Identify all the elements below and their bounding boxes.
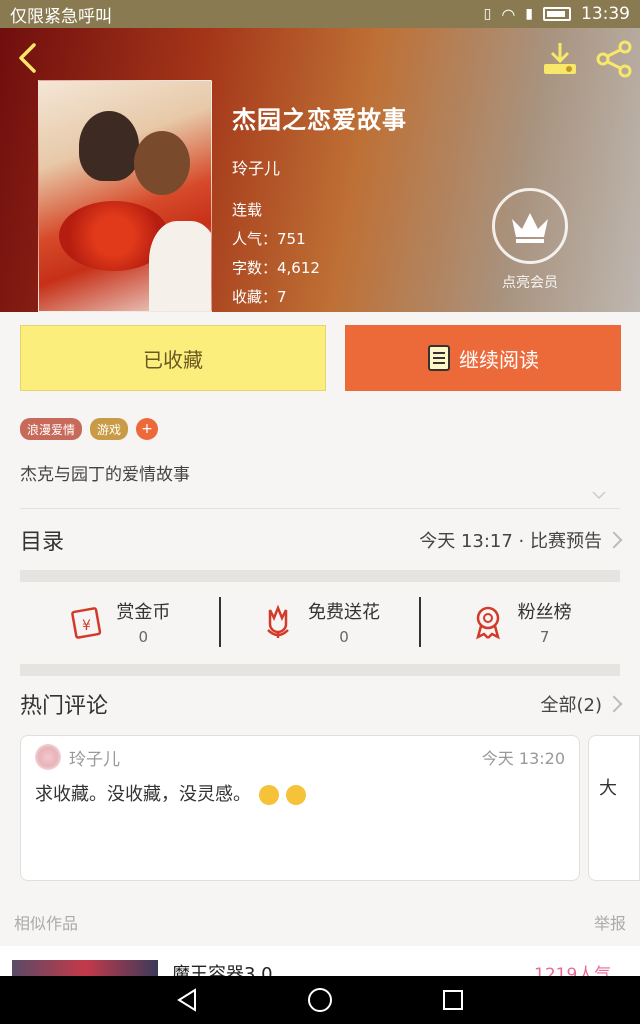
share-icon bbox=[596, 40, 632, 78]
hot-comments-title: 热门评论 bbox=[20, 694, 109, 719]
send-flowers[interactable]: 免费送花 0 bbox=[221, 598, 420, 646]
stat-label: 免费送花 bbox=[308, 602, 380, 623]
carrier-text: 仅限紧急呼叫 bbox=[10, 6, 112, 27]
nav-back-button[interactable] bbox=[167, 980, 207, 1020]
similar-works-header: 相似作品 举报 bbox=[14, 910, 626, 934]
report-link[interactable]: 举报 bbox=[594, 910, 626, 934]
flower-icon bbox=[267, 604, 289, 638]
share-button[interactable] bbox=[594, 40, 634, 78]
reward-coins[interactable]: ¥ 赏金币 0 bbox=[20, 598, 219, 646]
chevron-down-icon[interactable] bbox=[592, 488, 606, 502]
stat-value: 0 bbox=[339, 628, 349, 646]
all-comments-label: 全部(2) bbox=[540, 695, 603, 716]
download-icon bbox=[544, 43, 576, 74]
book-popularity: 人气：751 bbox=[232, 230, 306, 248]
latest-chapter[interactable]: 今天 13:17 · 比赛预告 bbox=[419, 527, 623, 553]
stat-label: 粉丝榜 bbox=[517, 602, 572, 623]
square-recents-icon bbox=[443, 990, 464, 1010]
book-author[interactable]: 玲子儿 bbox=[232, 155, 407, 179]
red-envelope-icon: ¥ bbox=[71, 607, 102, 639]
comment-username[interactable]: 玲子儿 bbox=[69, 745, 120, 770]
action-bar: 已收藏 继续阅读 bbox=[0, 312, 640, 402]
grin-emoji-icon bbox=[286, 785, 307, 805]
chevron-right-icon bbox=[605, 531, 623, 549]
comment-text: 求收藏。没收藏，没灵感。 bbox=[35, 784, 251, 805]
book-icon bbox=[428, 345, 450, 371]
hot-comments-header: 热门评论 全部(2) bbox=[20, 688, 623, 720]
catalog-title: 目录 bbox=[20, 530, 65, 555]
section-spacer bbox=[20, 664, 620, 676]
add-tag-button[interactable]: + bbox=[136, 418, 159, 440]
stat-value: 7 bbox=[539, 628, 550, 646]
battery-icon bbox=[543, 7, 571, 21]
cover-figure bbox=[79, 111, 139, 181]
favorited-button[interactable]: 已收藏 bbox=[20, 325, 326, 391]
list-item-popularity: 1219人气 bbox=[534, 965, 612, 976]
all-comments-link[interactable]: 全部(2) bbox=[540, 691, 623, 717]
book-title: 杰园之恋爱故事 bbox=[232, 106, 407, 134]
fan-ranking[interactable]: 粉丝榜 7 bbox=[421, 598, 620, 646]
continue-reading-button[interactable]: 继续阅读 bbox=[345, 325, 621, 391]
medal-icon bbox=[475, 606, 500, 640]
stat-label: 赏金币 bbox=[116, 602, 171, 623]
status-bar: 仅限紧急呼叫 ▯ ◠ ▮ 13:39 bbox=[0, 0, 640, 28]
book-info: 杰园之恋爱故事 玲子儿 连载 人气：751 字数：4,612 收藏：7 bbox=[232, 100, 407, 307]
book-status: 连载 bbox=[232, 201, 263, 219]
tag-list: 浪漫爱情 游戏 + bbox=[20, 418, 159, 440]
chevron-right-icon bbox=[605, 695, 623, 713]
comment-text: 大 bbox=[599, 778, 617, 799]
stats-row: ¥ 赏金币 0 免费送花 0 粉丝榜 7 bbox=[20, 582, 620, 662]
vip-button[interactable]: 点亮会员 bbox=[492, 188, 568, 292]
nav-home-button[interactable] bbox=[300, 980, 340, 1020]
triangle-back-icon bbox=[176, 988, 196, 1012]
sim-icon: ▮ bbox=[525, 6, 533, 22]
book-favorites: 收藏：7 bbox=[232, 288, 287, 306]
tag[interactable]: 游戏 bbox=[90, 418, 129, 440]
clock: 13:39 bbox=[581, 4, 630, 24]
wifi-icon: ◠ bbox=[501, 4, 516, 24]
svg-text:¥: ¥ bbox=[82, 618, 91, 634]
divider bbox=[20, 508, 620, 509]
comment-time: 今天 13:20 bbox=[481, 749, 565, 768]
book-cover[interactable] bbox=[38, 80, 212, 312]
section-spacer bbox=[20, 570, 620, 582]
tag[interactable]: 浪漫爱情 bbox=[20, 418, 83, 440]
cover-dress bbox=[149, 221, 211, 311]
book-description: 杰克与园丁的爱情故事 bbox=[20, 465, 190, 485]
book-word-count: 字数：4,612 bbox=[232, 259, 320, 277]
nav-recents-button[interactable] bbox=[433, 980, 473, 1020]
crown-icon bbox=[492, 188, 568, 264]
comment-card[interactable]: 玲子儿 今天 13:20 求收藏。没收藏，没灵感。 bbox=[20, 735, 580, 881]
latest-chapter-label: 今天 13:17 · 比赛预告 bbox=[419, 531, 602, 552]
cover-figure bbox=[134, 131, 190, 195]
similar-works-title: 相似作品 bbox=[14, 914, 79, 933]
list-item[interactable]: 魔王容器3.0 1219人气 bbox=[0, 946, 640, 976]
stat-value: 0 bbox=[138, 628, 149, 646]
thumbnail bbox=[12, 960, 158, 976]
continue-reading-label: 继续阅读 bbox=[459, 347, 539, 372]
circle-home-icon bbox=[307, 988, 332, 1012]
vibrate-icon: ▯ bbox=[483, 6, 492, 22]
download-button[interactable] bbox=[540, 40, 580, 78]
comment-card[interactable]: 大 bbox=[588, 735, 640, 881]
grin-emoji-icon bbox=[258, 785, 279, 805]
catalog-row[interactable]: 目录 今天 13:17 · 比赛预告 bbox=[20, 518, 623, 562]
system-nav-bar bbox=[0, 976, 640, 1024]
back-button[interactable] bbox=[12, 40, 42, 76]
list-item-title: 魔王容器3.0 bbox=[172, 964, 273, 976]
avatar[interactable] bbox=[35, 744, 61, 770]
book-header: 杰园之恋爱故事 玲子儿 连载 人气：751 字数：4,612 收藏：7 点亮会员 bbox=[0, 28, 640, 312]
vip-label: 点亮会员 bbox=[502, 275, 558, 291]
comment-text-row: 求收藏。没收藏，没灵感。 bbox=[35, 780, 565, 806]
chevron-left-icon bbox=[19, 43, 36, 73]
